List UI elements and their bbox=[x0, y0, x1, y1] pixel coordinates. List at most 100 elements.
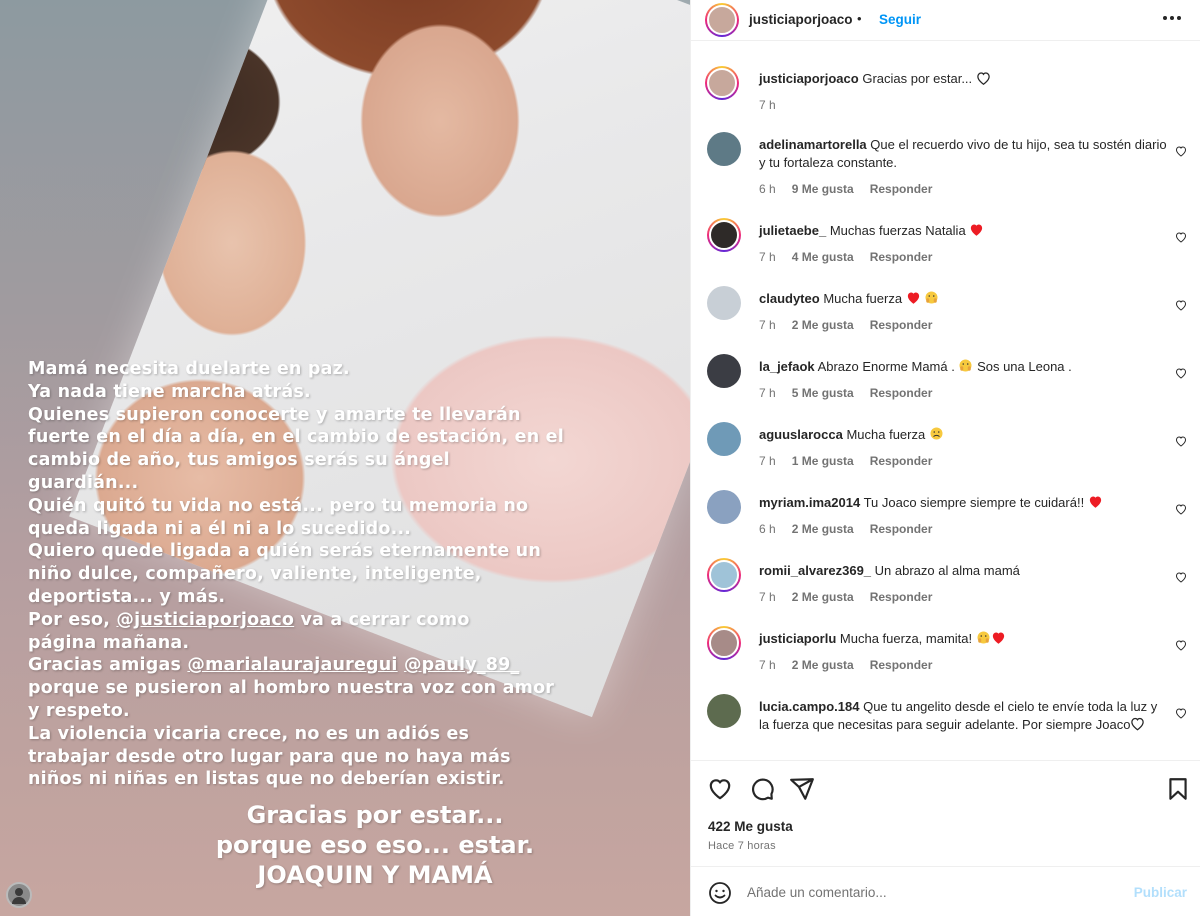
user-tag-icon[interactable] bbox=[6, 882, 32, 908]
avatar[interactable] bbox=[707, 558, 741, 592]
story-mention[interactable]: @justiciaporjoaco bbox=[116, 610, 294, 630]
avatar[interactable] bbox=[707, 490, 741, 524]
comment-likes[interactable]: 4 Me gusta bbox=[792, 250, 854, 264]
comment-likes[interactable]: 2 Me gusta bbox=[792, 590, 854, 604]
story-line: Mamá necesita duelarte en paz. bbox=[28, 359, 350, 379]
story-line: Por eso, bbox=[28, 609, 117, 630]
reply-button[interactable]: Responder bbox=[870, 590, 933, 604]
post-caption: justiciaporjoaco Gracias por estar... 7 … bbox=[691, 60, 1200, 120]
header-username[interactable]: justiciaporjoaco bbox=[749, 12, 853, 27]
story-line: La violencia vicaria crece, no es un adi… bbox=[28, 723, 470, 744]
action-bar bbox=[691, 772, 1200, 806]
story-line: página mañana. bbox=[28, 632, 190, 653]
emoji-icon[interactable] bbox=[708, 881, 732, 905]
heart-icon[interactable] bbox=[707, 776, 733, 802]
story-image: Mamá necesita duelarte en paz. Ya nada t… bbox=[0, 0, 690, 916]
avatar[interactable] bbox=[707, 354, 741, 388]
publish-button[interactable]: Publicar bbox=[1134, 885, 1187, 900]
avatar[interactable] bbox=[707, 132, 741, 166]
comment-time: 7 h bbox=[759, 386, 776, 400]
hug-emoji-icon bbox=[977, 631, 990, 644]
comment-username[interactable]: aguuslarocca bbox=[759, 427, 843, 442]
like-comment-icon[interactable] bbox=[1175, 638, 1187, 651]
story-line: guardián... bbox=[28, 472, 139, 493]
comment-time: 7 h bbox=[759, 454, 776, 468]
comment-time: 7 h bbox=[759, 318, 776, 332]
post-header: justiciaporjoaco • Seguir bbox=[691, 0, 1200, 40]
hug-emoji-icon bbox=[959, 359, 972, 372]
comment-text: Mucha fuerza bbox=[823, 291, 906, 306]
avatar[interactable] bbox=[707, 422, 741, 456]
comment-input[interactable] bbox=[747, 882, 1107, 902]
bookmark-icon[interactable] bbox=[1165, 776, 1191, 802]
reply-button[interactable]: Responder bbox=[870, 454, 933, 468]
comment-likes[interactable]: 9 Me gusta bbox=[792, 182, 854, 196]
like-comment-icon[interactable] bbox=[1175, 570, 1187, 583]
divider bbox=[691, 760, 1200, 761]
red-heart-icon bbox=[907, 292, 919, 304]
like-comment-icon[interactable] bbox=[1175, 706, 1187, 719]
comment-likes[interactable]: 2 Me gusta bbox=[792, 658, 854, 672]
follow-button[interactable]: Seguir bbox=[879, 12, 921, 27]
story-line: va a cerrar como bbox=[294, 609, 470, 630]
caption-username[interactable]: justiciaporjoaco bbox=[759, 71, 859, 86]
more-icon[interactable] bbox=[1163, 16, 1181, 20]
story-line: porque se pusieron al hombro nuestra voz… bbox=[28, 678, 555, 699]
comment-time: 7 h bbox=[759, 658, 776, 672]
likes-count[interactable]: 422 Me gusta bbox=[708, 819, 793, 834]
post-timestamp: Hace 7 horas bbox=[708, 840, 776, 852]
comment-username[interactable]: adelinamartorella bbox=[759, 137, 867, 152]
comment-text: Abrazo Enorme Mamá . bbox=[817, 359, 959, 374]
reply-button[interactable]: Responder bbox=[870, 658, 933, 672]
comment-username[interactable]: la_jefaok bbox=[759, 359, 815, 374]
avatar[interactable] bbox=[707, 218, 741, 252]
comment-likes[interactable]: 1 Me gusta bbox=[792, 454, 854, 468]
like-comment-icon[interactable] bbox=[1175, 230, 1187, 243]
story-mention[interactable]: @pauly_89_ bbox=[404, 655, 520, 675]
story-line: trabajar desde otro lugar para que no ha… bbox=[28, 746, 511, 767]
like-comment-icon[interactable] bbox=[1175, 434, 1187, 447]
red-heart-icon bbox=[1089, 496, 1101, 508]
reply-button[interactable]: Responder bbox=[870, 522, 933, 536]
story-line: Gracias amigas bbox=[28, 655, 188, 676]
hug-emoji-icon bbox=[925, 291, 938, 304]
avatar[interactable] bbox=[707, 286, 741, 320]
comment-likes[interactable]: 2 Me gusta bbox=[792, 522, 854, 536]
closing-line: Gracias por estar... bbox=[246, 801, 504, 829]
story-line: queda ligada ni a él ni a lo sucedido... bbox=[28, 518, 412, 539]
comment-username[interactable]: justiciaporlu bbox=[759, 631, 836, 646]
comment-username[interactable]: romii_alvarez369_ bbox=[759, 563, 871, 578]
comment-text: Mucha fuerza bbox=[846, 427, 929, 442]
avatar[interactable] bbox=[707, 694, 741, 728]
comment-username[interactable]: julietaebe_ bbox=[759, 223, 826, 238]
white-heart-icon bbox=[977, 72, 990, 86]
story-line: niños ni niñas en listas que no deberían… bbox=[28, 769, 505, 790]
comment-username[interactable]: lucia.campo.184 bbox=[759, 699, 859, 714]
add-comment-bar: Publicar bbox=[691, 866, 1200, 916]
like-comment-icon[interactable] bbox=[1175, 144, 1187, 157]
comment-icon[interactable] bbox=[749, 776, 775, 802]
story-message: Mamá necesita duelarte en paz. Ya nada t… bbox=[28, 358, 588, 791]
comment-likes[interactable]: 2 Me gusta bbox=[792, 318, 854, 332]
comment-text: Tu Joaco siempre siempre te cuidará!! bbox=[863, 495, 1088, 510]
like-comment-icon[interactable] bbox=[1175, 366, 1187, 379]
reply-button[interactable]: Responder bbox=[870, 318, 933, 332]
story-line: fuerte en el día a día, en el cambio de … bbox=[28, 427, 564, 448]
comment-username[interactable]: myriam.ima2014 bbox=[759, 495, 860, 510]
like-comment-icon[interactable] bbox=[1175, 298, 1187, 311]
avatar[interactable] bbox=[705, 3, 739, 37]
comment-time: 6 h bbox=[759, 522, 776, 536]
story-mention[interactable]: @marialaurajauregui bbox=[187, 655, 397, 675]
comment-text: Mucha fuerza, mamita! bbox=[839, 631, 976, 646]
reply-button[interactable]: Responder bbox=[870, 250, 933, 264]
comment-username[interactable]: claudyteo bbox=[759, 291, 820, 306]
sad-face-emoji-icon bbox=[930, 427, 943, 440]
avatar[interactable] bbox=[707, 626, 741, 660]
post-panel: justiciaporjoaco • Seguir justiciaporjoa… bbox=[690, 0, 1200, 916]
comment-likes[interactable]: 5 Me gusta bbox=[792, 386, 854, 400]
share-icon[interactable] bbox=[789, 776, 815, 802]
reply-button[interactable]: Responder bbox=[870, 182, 933, 196]
avatar[interactable] bbox=[705, 66, 739, 100]
like-comment-icon[interactable] bbox=[1175, 502, 1187, 515]
reply-button[interactable]: Responder bbox=[870, 386, 933, 400]
